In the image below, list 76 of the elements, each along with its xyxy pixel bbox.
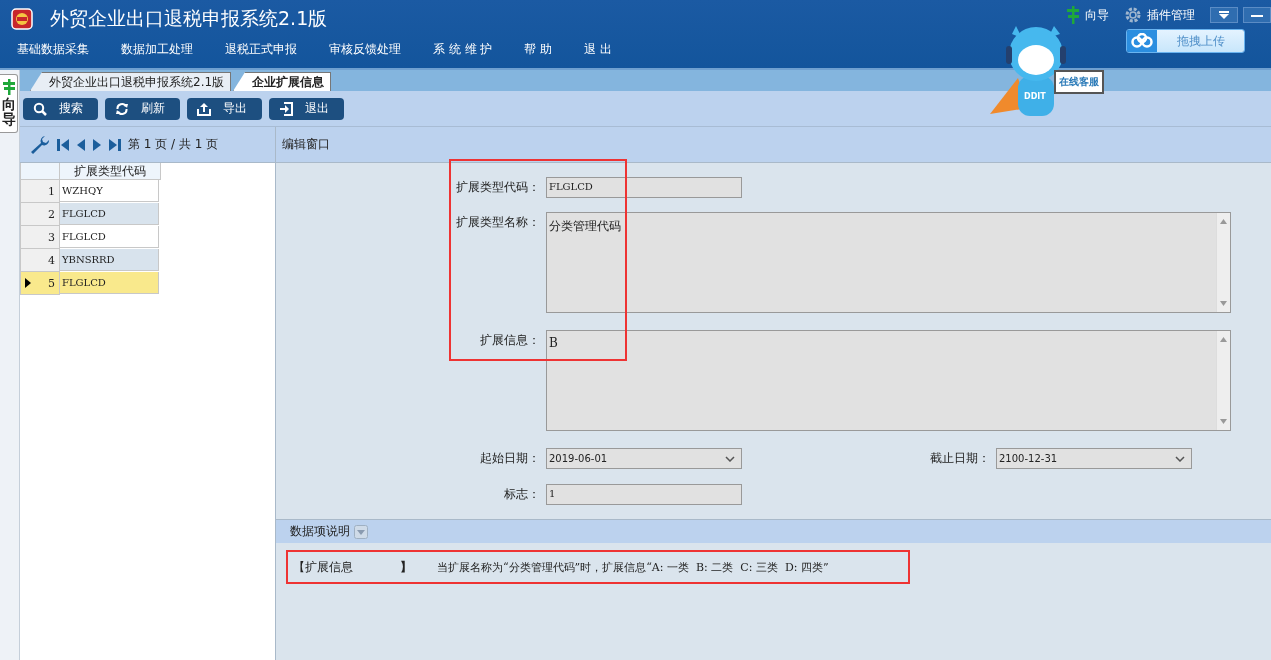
side-tab[interactable]: 向导 bbox=[0, 74, 18, 133]
row-pointer-icon bbox=[25, 278, 31, 288]
table-cell[interactable]: FLGLCD bbox=[60, 272, 159, 294]
side-tab-label: 向导 bbox=[1, 97, 16, 128]
scrollbar[interactable] bbox=[1216, 213, 1230, 312]
menu-item[interactable]: 帮 助 bbox=[524, 40, 553, 58]
field-label: 扩展类型代码： bbox=[455, 179, 540, 196]
menu-item[interactable]: 数据加工处理 bbox=[121, 40, 193, 58]
next-page-icon bbox=[92, 137, 102, 152]
input-field[interactable]: 1 bbox=[546, 484, 742, 505]
tab[interactable]: 外贸企业出口退税申报系统2.1版 bbox=[30, 72, 232, 91]
menu-item[interactable]: 基础数据采集 bbox=[17, 40, 89, 58]
item-name: 【扩展信息 bbox=[293, 558, 354, 576]
minimize-button[interactable] bbox=[1243, 7, 1271, 23]
plugin-manager-link[interactable]: 插件管理 bbox=[1147, 6, 1195, 24]
input-field[interactable]: FLGLCD bbox=[546, 177, 742, 198]
tab[interactable]: 企业扩展信息 bbox=[233, 72, 332, 91]
first-page-icon bbox=[56, 137, 70, 152]
field-label: 标志： bbox=[503, 486, 540, 503]
field-label: 截止日期： bbox=[929, 450, 990, 467]
scrollbar[interactable] bbox=[1216, 331, 1230, 430]
scroll-down-icon bbox=[1220, 419, 1227, 424]
menu-item[interactable]: 审核反馈处理 bbox=[329, 40, 401, 58]
guide-link[interactable]: 向导 bbox=[1085, 6, 1109, 24]
bracket-mark: 】 bbox=[400, 558, 413, 576]
row-number: 1 bbox=[20, 180, 60, 203]
shirt-label: DDIT bbox=[1024, 92, 1046, 101]
app-logo-icon bbox=[11, 8, 33, 30]
text-area[interactable]: 分类管理代码 bbox=[546, 212, 1231, 313]
row-number: 2 bbox=[20, 203, 60, 226]
toolbar-button[interactable]: 搜索 bbox=[23, 97, 98, 120]
row-number: 5 bbox=[20, 272, 60, 295]
date-dropdown[interactable]: 2100-12-31 bbox=[996, 448, 1192, 469]
signpost-icon bbox=[2, 79, 15, 95]
table-cell[interactable]: WZHQY bbox=[60, 180, 159, 202]
table-cell[interactable]: YBNSRRD bbox=[60, 249, 159, 271]
field-label: 起始日期： bbox=[479, 450, 540, 467]
search-icon bbox=[33, 101, 47, 116]
toolbar-button[interactable]: 刷新 bbox=[105, 97, 180, 120]
toolbar-button[interactable]: 退出 bbox=[269, 97, 344, 120]
last-page-icon bbox=[108, 137, 122, 152]
field-label: 扩展信息： bbox=[479, 332, 540, 349]
item-description: 当扩展名称为“分类管理代码”时，扩展信息“A: 一类 B: 二类 C: 三类 D: 四类” bbox=[437, 559, 829, 575]
settings-icon bbox=[1124, 6, 1142, 24]
refresh-icon bbox=[115, 101, 129, 116]
menu-item[interactable]: 退税正式申报 bbox=[225, 40, 297, 58]
scroll-up-icon bbox=[1220, 337, 1227, 342]
previous-page-icon bbox=[76, 137, 86, 152]
row-number: 3 bbox=[20, 226, 60, 249]
tray-arrow-icon bbox=[197, 101, 211, 116]
dropdown-button[interactable] bbox=[1210, 7, 1238, 23]
scroll-up-icon bbox=[1220, 219, 1227, 224]
wrench-icon bbox=[30, 134, 50, 155]
column-header: 扩展类型代码 bbox=[60, 163, 161, 180]
chevron-down-icon bbox=[725, 455, 735, 462]
date-dropdown[interactable]: 2019-06-01 bbox=[546, 448, 742, 469]
signpost-icon bbox=[1066, 6, 1080, 24]
section-title: 数据项说明 bbox=[290, 523, 350, 540]
chevron-down-icon bbox=[1175, 455, 1185, 462]
toolbar-button[interactable]: 导出 bbox=[187, 97, 262, 120]
window-title: 外贸企业出口退税申报系统2.1版 bbox=[50, 6, 328, 31]
page-indicator: 第 1 页 / 共 1 页 bbox=[128, 136, 219, 153]
table-cell[interactable]: FLGLCD bbox=[60, 203, 159, 225]
menu-item[interactable]: 系 统 维 护 bbox=[433, 40, 493, 58]
collapse-toggle-icon bbox=[354, 524, 368, 539]
door-arrow-icon bbox=[279, 101, 293, 116]
menu-item[interactable]: 退 出 bbox=[584, 40, 613, 58]
scroll-down-icon bbox=[1220, 301, 1227, 306]
field-label: 扩展类型名称： bbox=[455, 214, 540, 231]
text-area[interactable]: B bbox=[546, 330, 1231, 431]
panel-title: 编辑窗口 bbox=[282, 136, 330, 153]
row-number: 4 bbox=[20, 249, 60, 272]
sign-label[interactable]: 在线客服 bbox=[1054, 70, 1104, 94]
caret-icon bbox=[1218, 11, 1230, 19]
cloud-icon bbox=[1131, 33, 1153, 49]
table-cell[interactable]: FLGLCD bbox=[60, 226, 159, 248]
